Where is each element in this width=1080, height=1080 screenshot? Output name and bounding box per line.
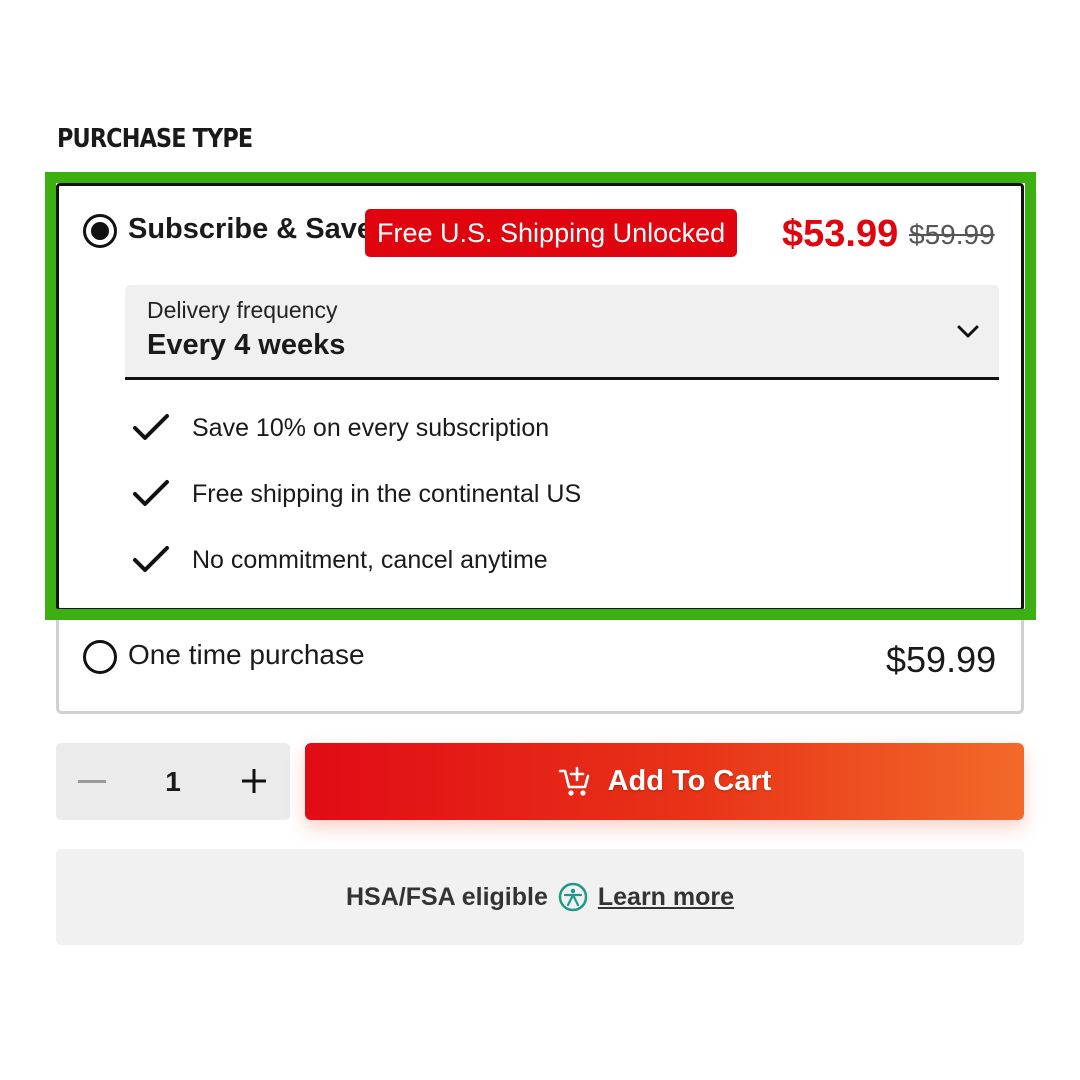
benefit-item: Save 10% on every subscription [132, 408, 549, 448]
checkmark-icon [133, 480, 169, 506]
add-to-cart-label: Add To Cart [607, 765, 772, 797]
section-title: PURCHASE TYPE [57, 124, 253, 154]
subscribe-radio[interactable] [83, 214, 117, 248]
delivery-frequency-select[interactable]: Delivery frequency Every 4 weeks [125, 285, 999, 380]
hsa-accessibility-icon [558, 882, 588, 912]
cart-add-icon [558, 766, 589, 796]
plus-icon[interactable] [220, 743, 432, 820]
hsa-text: HSA/FSA eligible [345, 882, 548, 911]
chevron-down-icon[interactable] [955, 319, 981, 345]
subscribe-price: $53.99 [782, 213, 899, 255]
frequency-value: Every 4 weeks [147, 329, 346, 361]
add-to-cart-button[interactable]: Add To Cart [305, 743, 1024, 820]
checkmark-icon [133, 414, 169, 440]
plus-icon-glyph [242, 769, 266, 793]
frequency-label: Delivery frequency [147, 297, 338, 323]
benefit-item: No commitment, cancel anytime [132, 540, 548, 580]
benefit-text: Save 10% on every subscription [192, 414, 550, 442]
hsa-banner: HSA/FSA eligible Learn more [56, 849, 1024, 945]
quantity-stepper: 1 [56, 743, 432, 820]
checkmark-icon [133, 546, 169, 572]
benefit-text: No commitment, cancel anytime [192, 546, 548, 574]
benefit-item: Free shipping in the continental US [132, 474, 581, 514]
benefit-text: Free shipping in the continental US [192, 480, 582, 508]
one-time-price: $59.99 [886, 639, 997, 680]
free-shipping-badge: Free U.S. Shipping Unlocked [365, 209, 738, 257]
learn-more-link[interactable]: Learn more [598, 883, 734, 912]
original-price: $59.99 [909, 219, 995, 250]
subscribe-label[interactable]: Subscribe & Save [128, 213, 373, 246]
quantity-value[interactable]: 1 [126, 743, 220, 820]
minus-icon[interactable] [56, 743, 126, 820]
one-time-label[interactable]: One time purchase [128, 639, 365, 671]
one-time-radio[interactable] [83, 640, 117, 674]
